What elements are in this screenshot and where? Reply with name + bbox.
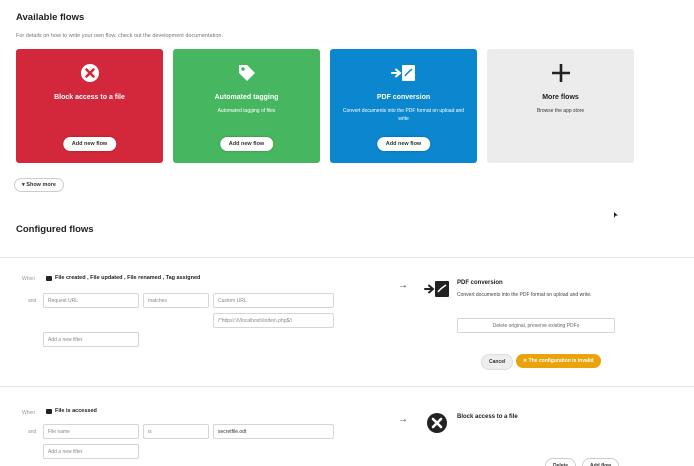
flow-events[interactable]: File created , File updated , File renam… [46,275,200,281]
filter-regex-input[interactable]: /^https\:\/\/localhost\/index\.php$/i [213,313,334,328]
filter-field-select[interactable]: File name [43,424,139,439]
configuration-invalid-button[interactable]: ✕ The configuration is invalid [516,354,601,368]
x-circle-icon [426,412,448,439]
card-more-flows[interactable]: More flows Browse the app store [487,49,634,163]
add-new-flow-button[interactable]: Add new flow [62,137,117,151]
folder-icon [46,275,52,281]
card-pdf-conversion[interactable]: PDF conversion Convert documents into th… [330,49,477,163]
operation-description: Convert documents into the PDF format on… [457,292,592,298]
filter-operator-select[interactable]: matches [143,293,209,308]
filter-value-select[interactable]: Custom URL [213,293,334,308]
cancel-button[interactable]: Cancel [481,354,514,370]
filter-value-input[interactable]: secretfile.odt [213,424,334,439]
divider [0,386,694,387]
show-more-button[interactable]: ▾ Show more [14,178,64,192]
card-description: Automated tagging of files [217,108,276,114]
card-title: PDF conversion [376,94,431,101]
when-label: When [22,276,36,282]
filter-operator-select[interactable]: is [143,424,209,439]
flow-events[interactable]: File is accessed [46,408,97,414]
operation-title: Block access to a file [457,414,518,420]
card-description: Convert documents into the PDF format on… [342,108,465,122]
card-description: Browse the app store [536,108,585,114]
x-circle-icon [16,61,163,85]
folder-icon [46,408,52,414]
arrow-icon: → [398,414,408,425]
card-automated-tagging[interactable]: Automated tagging Automated tagging of f… [173,49,320,163]
card-block-access[interactable]: Block access to a file Add new flow [16,49,163,163]
plus-icon [487,61,634,85]
events-text: File created , File updated , File renam… [55,275,201,281]
flow-cards: Block access to a file Add new flow Auto… [16,49,634,163]
add-filter-input[interactable]: Add a new filter [43,332,139,347]
card-title: More flows [542,94,579,101]
configured-flows-title: Configured flows [16,224,94,235]
events-text: File is accessed [55,408,97,414]
add-new-flow-button[interactable]: Add new flow [219,137,274,151]
and-label: and [28,298,37,304]
delete-button[interactable]: Delete [545,458,577,466]
add-flow-button[interactable]: Add flow [582,458,620,466]
pdf-icon [424,280,452,303]
development-docs-hint: For details on how to write your own flo… [16,33,223,39]
filter-field-select[interactable]: Request URL [43,293,139,308]
arrow-icon: → [398,280,408,291]
and-label: and [28,429,37,435]
pdf-mode-select[interactable]: Delete original, preserve existing PDFs [457,318,615,333]
card-title: Block access to a file [54,94,125,101]
tag-icon [173,61,320,85]
add-new-flow-button[interactable]: Add new flow [376,137,431,151]
when-label: When [22,410,36,416]
operation-title: PDF conversion [457,280,503,286]
divider [0,257,694,258]
card-title: Automated tagging [214,94,279,101]
mouse-cursor-icon [614,212,618,218]
pdf-icon [330,61,477,85]
available-flows-title: Available flows [16,12,85,23]
add-filter-input[interactable]: Add a new filter [43,444,139,459]
